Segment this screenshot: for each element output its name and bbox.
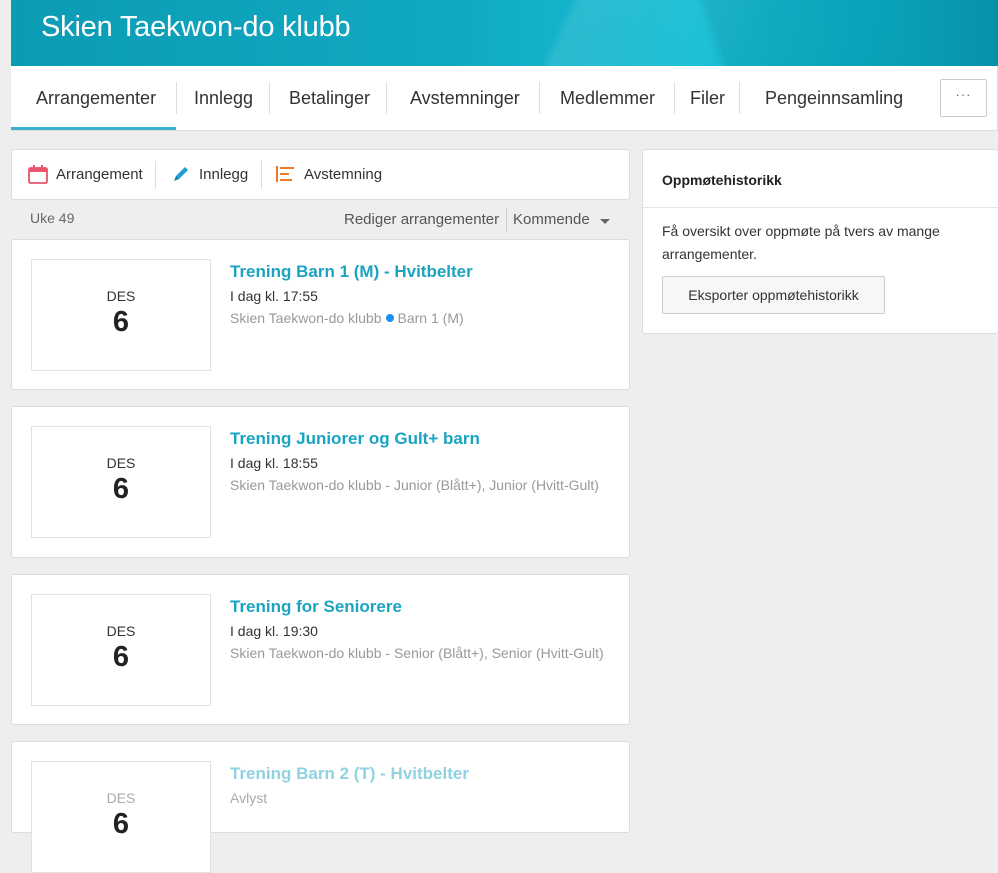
attendance-history-panel: Oppmøtehistorikk Få oversikt over oppmøt… [642,149,998,334]
tab-bar: Arrangementer Innlegg Betalinger Avstemn… [11,66,998,131]
tab-avstemninger[interactable]: Avstemninger [410,66,520,130]
tab-pengeinnsamling[interactable]: Pengeinnsamling [765,66,903,130]
tab-divider [269,82,270,114]
event-month: DES [106,790,136,806]
event-month: DES [106,623,136,639]
event-day: 6 [112,306,130,338]
event-month: DES [106,455,136,471]
filter-divider [506,209,507,231]
tab-arrangementer[interactable]: Arrangementer [36,66,156,130]
event-title[interactable]: Trening Barn 2 (T) - Hvitbelter [230,764,469,784]
event-filter-dropdown[interactable]: Kommende [513,211,590,228]
export-attendance-button[interactable]: Eksporter oppmøtehistorikk [662,276,885,314]
event-date: DES 6 [31,259,211,371]
new-innlegg-button[interactable]: Innlegg [172,150,248,199]
new-innlegg-label: Innlegg [199,166,249,183]
event-day: 6 [112,473,130,505]
event-card[interactable]: DES 6 Trening for Seniorere I dag kl. 19… [11,574,630,725]
event-title[interactable]: Trening for Seniorere [230,597,402,617]
caret-down-icon[interactable] [600,219,610,224]
tab-divider [539,82,540,114]
new-avstemning-label: Avstemning [304,166,383,183]
event-groups: Skien Taekwon-do klubb - Senior (Blått+)… [230,645,604,661]
event-card-cancelled[interactable]: DES 6 Trening Barn 2 (T) - Hvitbelter Av… [11,741,630,873]
tab-medlemmer[interactable]: Medlemmer [560,66,655,130]
event-day: 6 [112,641,130,673]
event-time: I dag kl. 18:55 [230,455,318,471]
club-banner: Skien Taekwon-do klubb [11,0,998,66]
event-date: DES 6 [31,761,211,873]
more-tabs-button[interactable]: ··· [940,79,987,117]
tab-divider [739,82,740,114]
tab-innlegg[interactable]: Innlegg [194,66,253,130]
group-dot-icon [385,314,394,322]
event-date: DES 6 [31,426,211,538]
poll-icon [276,166,294,182]
tab-divider [386,82,387,114]
event-day: 6 [112,808,130,840]
tab-divider [674,82,675,114]
tab-betalinger[interactable]: Betalinger [289,66,370,130]
event-groups: Skien Taekwon-do klubb - Junior (Blått+)… [230,477,599,493]
new-arrangement-button[interactable]: Arrangement [26,150,143,199]
event-title[interactable]: Trening Juniorer og Gult+ barn [230,429,480,449]
event-club: Skien Taekwon-do klubb [230,310,382,326]
action-divider [155,161,156,189]
tab-filer[interactable]: Filer [690,66,725,130]
panel-description: Få oversikt over oppmøte på tvers av man… [662,223,940,262]
event-month: DES [106,288,136,304]
event-groups: Skien Taekwon-do klubb Barn 1 (M) [230,310,610,326]
calendar-icon [28,165,48,184]
event-time: I dag kl. 17:55 [230,288,318,304]
edit-events-link[interactable]: Rediger arrangementer [344,211,499,228]
active-tab-indicator [11,127,176,130]
event-title[interactable]: Trening Barn 1 (M) - Hvitbelter [230,262,473,282]
event-group: Barn 1 (M) [397,310,464,326]
action-divider [261,161,262,189]
event-card[interactable]: DES 6 Trening Barn 1 (M) - Hvitbelter I … [11,239,630,390]
event-time: I dag kl. 19:30 [230,623,318,639]
week-label: Uke 49 [30,210,75,226]
tab-divider [176,82,177,114]
create-actions-bar: Arrangement Innlegg Avstemning [11,149,630,200]
new-avstemning-button[interactable]: Avstemning [276,150,382,199]
new-arrangement-label: Arrangement [56,166,143,183]
event-card[interactable]: DES 6 Trening Juniorer og Gult+ barn I d… [11,406,630,558]
pencil-icon [174,167,188,181]
panel-header: Oppmøtehistorikk [643,150,998,208]
event-status: Avlyst [230,790,268,806]
panel-title: Oppmøtehistorikk [662,172,782,188]
event-date: DES 6 [31,594,211,706]
club-title: Skien Taekwon-do klubb [41,11,351,43]
